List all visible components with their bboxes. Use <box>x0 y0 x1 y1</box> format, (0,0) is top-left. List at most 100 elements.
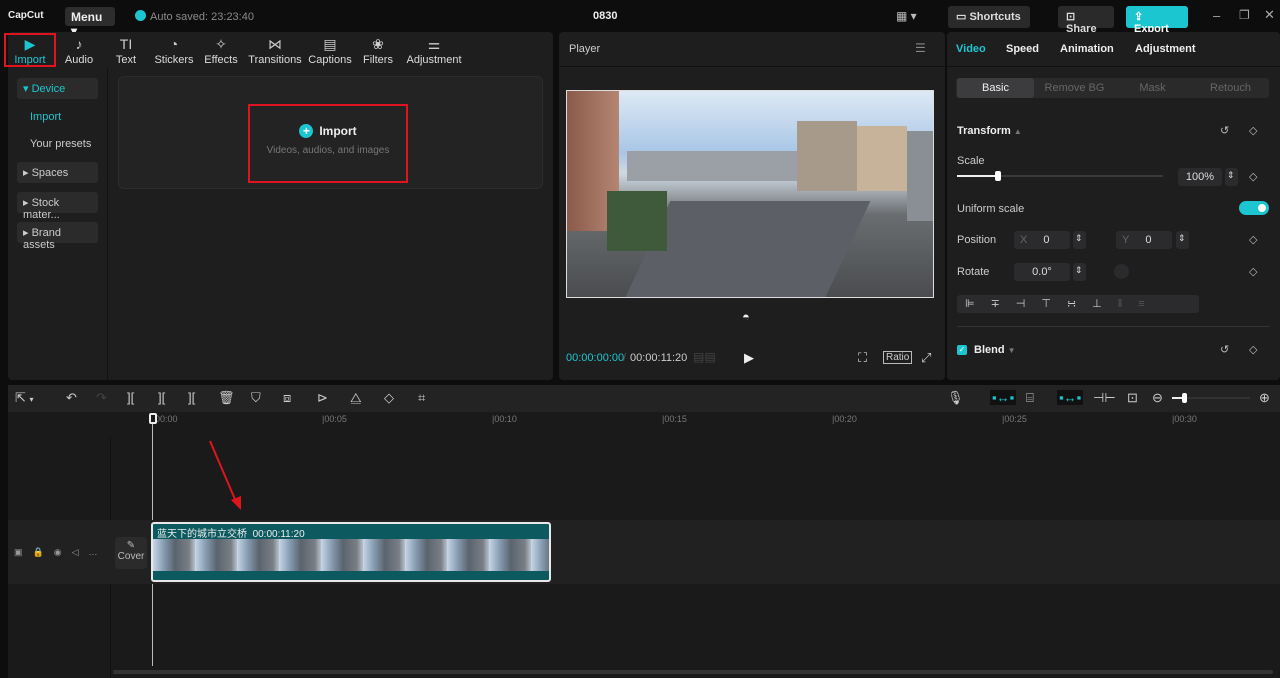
auto-snap-icon[interactable]: ⌸ <box>1026 390 1034 406</box>
timecode-grid-icon[interactable]: ▤▤ <box>693 350 716 364</box>
tab-animation[interactable]: Animation <box>1060 43 1114 55</box>
rotate-stepper[interactable]: ⇕ <box>1073 263 1086 281</box>
reset-icon[interactable]: ↺ <box>1220 343 1229 356</box>
mirror-icon[interactable]: ⧋ <box>350 390 362 406</box>
subtab-basic[interactable]: Basic <box>957 78 1034 98</box>
player-menu-icon[interactable]: ☰ <box>915 41 926 55</box>
keyframe-icon[interactable]: ◇ <box>1249 170 1257 183</box>
sidebar-spaces[interactable]: ▸ Spaces <box>17 162 98 183</box>
zoom-in-icon[interactable]: ⊕ <box>1259 390 1270 406</box>
tab-speed[interactable]: Speed <box>1006 43 1039 55</box>
zoom-fit-icon[interactable]: ⛶ <box>858 350 867 366</box>
align-toolbar[interactable]: ⊫∓⊣⊤∺⊥‖≡ <box>957 295 1199 313</box>
scale-label: Scale <box>957 155 985 167</box>
stickers-icon: ◔ <box>169 36 179 52</box>
tool-filters[interactable]: ❀ Filters <box>354 36 402 66</box>
rotate-dial[interactable] <box>1114 264 1129 279</box>
main-track-magnet-icon[interactable]: ▪↔▪ <box>990 390 1017 405</box>
sidebar-brand[interactable]: ▸ Brand assets <box>17 222 98 251</box>
timeline-scrollbar[interactable] <box>113 670 1273 674</box>
sidebar-stock[interactable]: ▸ Stock mater... <box>17 192 98 221</box>
tool-stickers[interactable]: ◔ Stickers <box>150 36 198 66</box>
scale-slider-handle[interactable] <box>995 171 1002 181</box>
subtab-retouch[interactable]: Retouch <box>1192 78 1269 98</box>
keyframe-icon[interactable]: ◇ <box>1249 124 1257 137</box>
minimize-button[interactable]: – <box>1213 8 1220 23</box>
shortcuts-button[interactable]: ▭ Shortcuts <box>948 6 1030 28</box>
reset-icon[interactable]: ↺ <box>1220 124 1229 137</box>
subtab-mask[interactable]: Mask <box>1114 78 1191 98</box>
rotate-icon[interactable]: ◇ <box>384 390 394 406</box>
split-right-icon[interactable]: ][ <box>188 390 195 405</box>
blend-header[interactable]: Blend ▼ <box>974 344 1016 356</box>
split-icon[interactable]: ][ <box>127 390 134 405</box>
timeline-zoom-handle[interactable] <box>1182 393 1187 403</box>
transform-header[interactable]: Transform ▲ <box>957 125 1022 137</box>
sidebar-presets[interactable]: Your presets <box>24 134 105 155</box>
time-tick: |00:15 <box>662 414 687 424</box>
position-x-input[interactable]: X0 <box>1014 231 1070 249</box>
player-title: Player <box>569 43 601 55</box>
autosave-status: Auto saved: 23:23:40 <box>135 10 254 23</box>
select-tool-icon[interactable]: ⇱ ▾ <box>15 390 34 406</box>
ratio-button[interactable]: Ratio <box>883 351 913 364</box>
maximize-button[interactable]: ❐ <box>1239 8 1250 22</box>
play-button[interactable]: ▶ <box>744 350 754 366</box>
undo-icon[interactable]: ↶ <box>66 390 77 406</box>
preview-axis-icon[interactable]: ⊣⊢ <box>1093 390 1116 406</box>
tool-text[interactable]: TI Text <box>102 36 150 66</box>
playhead-handle[interactable] <box>149 413 157 424</box>
sidebar-import[interactable]: Import <box>24 107 105 128</box>
keyframe-icon[interactable]: ◇ <box>1249 343 1257 356</box>
track-controls[interactable]: ▣🔒◉◁… <box>14 547 107 558</box>
split-left-icon[interactable]: ][ <box>158 390 165 405</box>
tool-captions[interactable]: ▤ Captions <box>303 36 357 66</box>
tool-effects[interactable]: ✧ Effects <box>197 36 245 66</box>
menu-label: Menu <box>71 10 103 24</box>
freeze-icon[interactable]: ⧈ <box>283 390 291 406</box>
video-clip[interactable]: 蓝天下的城市立交桥 00:00:11:20 <box>151 522 551 582</box>
scale-stepper[interactable]: ⇕ <box>1225 168 1238 186</box>
reverse-icon[interactable]: ⊳ <box>317 390 328 406</box>
blend-checkbox[interactable]: ✓ <box>957 345 967 355</box>
keyframe-icon[interactable]: ◇ <box>1249 265 1257 278</box>
share-button[interactable]: ⊡ Share <box>1058 6 1114 35</box>
effects-icon: ✧ <box>215 36 227 52</box>
sidebar-device[interactable]: ▾ Device <box>17 78 98 99</box>
export-button[interactable]: ⇪ Export <box>1126 6 1188 35</box>
tool-audio[interactable]: ♪ Audio <box>55 36 103 66</box>
adjustment-icon: ⚌ <box>427 36 441 52</box>
layout-icon[interactable]: ▦ ▾ <box>896 9 917 23</box>
plus-icon: + <box>299 124 314 138</box>
scale-input[interactable]: 100% <box>1178 168 1222 186</box>
x-label: X <box>1020 234 1028 246</box>
time-tick: |00:10 <box>492 414 517 424</box>
keyframe-icon[interactable]: ◇ <box>1249 233 1257 246</box>
subtab-remove-bg[interactable]: Remove BG <box>1036 78 1113 98</box>
crop-icon[interactable]: ⌗ <box>418 390 425 406</box>
cover-button[interactable]: ✎ Cover <box>115 537 147 569</box>
linkage-icon[interactable]: ▪↔▪ <box>1057 390 1084 405</box>
tool-transitions[interactable]: ⋈ Transitions <box>246 36 304 66</box>
y-stepper[interactable]: ⇕ <box>1176 231 1189 249</box>
microphone-icon[interactable]: 🎙 <box>947 390 964 406</box>
zoom-out-icon[interactable]: ⊖ <box>1152 390 1163 406</box>
marker-icon[interactable]: ⛉ <box>251 390 261 406</box>
delete-icon[interactable]: 🗑 <box>218 390 235 406</box>
rotate-input[interactable]: 0.0° <box>1014 263 1070 281</box>
redo-icon[interactable]: ↷ <box>96 390 107 406</box>
import-subtitle: Videos, audios, and images <box>266 145 390 156</box>
close-button[interactable]: ✕ <box>1264 7 1275 23</box>
tool-adjustment[interactable]: ⚌ Adjustment <box>403 36 465 66</box>
tab-video[interactable]: Video <box>956 43 986 55</box>
tab-adjustment[interactable]: Adjustment <box>1135 43 1196 55</box>
uniform-scale-toggle[interactable] <box>1239 201 1269 215</box>
position-y-input[interactable]: Y0 <box>1116 231 1172 249</box>
fullscreen-icon[interactable]: ⤢ <box>921 350 931 366</box>
x-stepper[interactable]: ⇕ <box>1073 231 1086 249</box>
fit-timeline-icon[interactable]: ⊡ <box>1127 390 1138 406</box>
video-preview[interactable] <box>566 90 934 298</box>
menu-button[interactable]: Menu ▾ <box>65 7 115 38</box>
import-button[interactable]: + Import Videos, audios, and images <box>248 104 408 183</box>
headphones-icon[interactable]: ◓ <box>742 309 750 324</box>
